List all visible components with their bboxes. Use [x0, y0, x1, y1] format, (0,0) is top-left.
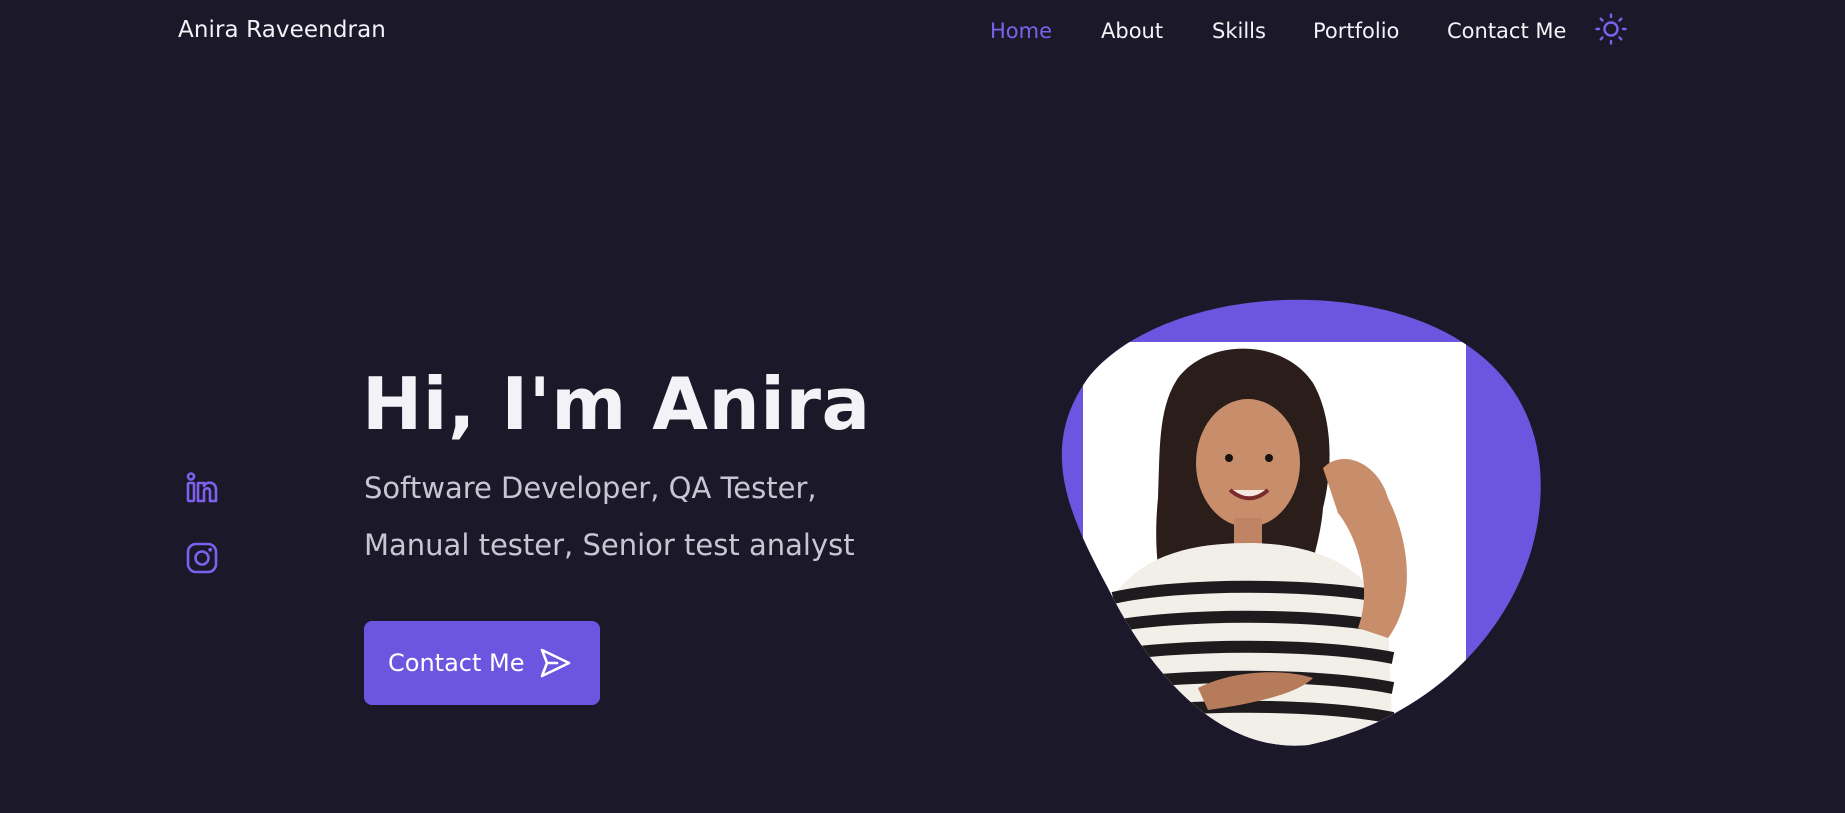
contact-me-button[interactable]: Contact Me	[364, 621, 600, 705]
nav-link-contact[interactable]: Contact Me	[1447, 19, 1566, 43]
contact-me-button-label: Contact Me	[388, 649, 525, 677]
nav-menu: Home About Skills Portfolio Contact Me	[0, 19, 1845, 49]
send-icon	[541, 648, 571, 678]
profile-photo	[1061, 299, 1541, 746]
sun-icon[interactable]	[1594, 12, 1628, 46]
nav-link-about[interactable]: About	[1101, 19, 1163, 43]
hero-subtitle-line: Software Developer, QA Tester,	[364, 471, 817, 505]
instagram-icon[interactable]	[184, 540, 220, 576]
nav-link-portfolio[interactable]: Portfolio	[1313, 19, 1399, 43]
hero-subtitle-line: Manual tester, Senior test analyst	[364, 528, 855, 562]
nav-link-home[interactable]: Home	[990, 19, 1052, 43]
linkedin-icon[interactable]	[184, 470, 220, 506]
hero-title: Hi, I'm Anira	[362, 362, 871, 446]
hero-subtitle: Software Developer, QA Tester, Manual te…	[364, 460, 924, 574]
nav-link-skills[interactable]: Skills	[1212, 19, 1266, 43]
